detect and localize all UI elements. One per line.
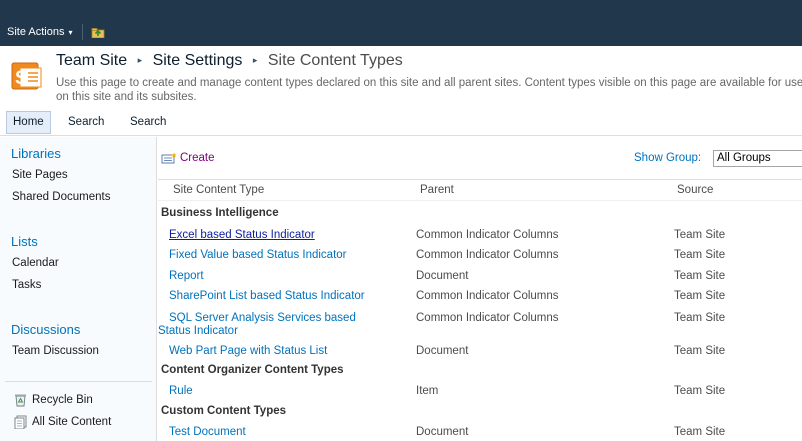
content-type-link[interactable]: Excel based Status Indicator <box>169 229 315 242</box>
page-description: Use this page to create and manage conte… <box>56 77 802 103</box>
nav-item-shared-documents[interactable]: Shared Documents <box>12 191 110 203</box>
source-cell: Team Site <box>674 385 726 397</box>
breadcrumb-site-settings[interactable]: Site Settings <box>153 52 243 69</box>
source-cell: Team Site <box>674 229 726 241</box>
site-actions-label: Site Actions <box>7 26 65 38</box>
table-header: Site Content Type Parent Source <box>158 179 802 201</box>
breadcrumb-arrow-icon: ▸ <box>137 55 143 65</box>
group-heading: Custom Content Types <box>161 405 287 417</box>
source-cell: Team Site <box>674 249 726 261</box>
nav-heading-discussions[interactable]: Discussions <box>11 322 80 337</box>
nav-heading-libraries[interactable]: Libraries <box>11 146 61 161</box>
parent-cell: Document <box>416 345 469 357</box>
parent-cell: Document <box>416 426 469 438</box>
content-type-link[interactable]: SQL Server Analysis Services based <box>169 312 356 325</box>
topnav-home[interactable]: Home <box>6 111 51 134</box>
column-header-parent[interactable]: Parent <box>420 184 454 196</box>
column-header-content-type[interactable]: Site Content Type <box>173 184 264 196</box>
page-title: Site Content Types <box>267 52 403 69</box>
parent-cell: Item <box>416 385 439 397</box>
source-cell: Team Site <box>674 345 726 357</box>
content-type-link[interactable]: Web Part Page with Status List <box>169 345 327 358</box>
breadcrumb-team-site[interactable]: Team Site <box>56 52 127 69</box>
topnav-search-2[interactable]: Search <box>130 109 166 136</box>
column-header-source[interactable]: Source <box>677 184 713 196</box>
parent-cell: Common Indicator Columns <box>416 229 559 241</box>
source-cell: Team Site <box>674 270 726 282</box>
main-content: Create Show Group: All Groups Site Conte… <box>158 137 802 441</box>
create-label: Create <box>180 152 215 164</box>
title-area: S Team Site ▸ Site Settings ▸ Site Conte… <box>0 46 802 109</box>
source-cell: Team Site <box>674 312 726 324</box>
content-type-link[interactable]: Fixed Value based Status Indicator <box>169 249 347 262</box>
nav-item-site-pages[interactable]: Site Pages <box>12 169 68 181</box>
parent-cell: Document <box>416 270 469 282</box>
group-filter-select[interactable]: All Groups <box>713 150 802 167</box>
all-site-content-icon <box>14 415 27 429</box>
nav-item-calendar[interactable]: Calendar <box>12 257 59 269</box>
source-cell: Team Site <box>674 290 726 302</box>
nav-heading-lists[interactable]: Lists <box>11 234 38 249</box>
content-type-link[interactable]: Test Document <box>169 426 246 439</box>
content-type-link[interactable]: SharePoint List based Status Indicator <box>169 290 365 303</box>
group-heading: Business Intelligence <box>161 207 279 219</box>
breadcrumb-arrow-icon: ▸ <box>252 55 258 65</box>
toolbar-divider <box>82 24 83 40</box>
breadcrumb: Team Site ▸ Site Settings ▸ Site Content… <box>56 52 403 70</box>
navigate-up-icon[interactable] <box>91 26 105 38</box>
svg-text:S: S <box>15 68 28 89</box>
nav-item-recycle-bin[interactable]: Recycle Bin <box>32 394 93 406</box>
source-cell: Team Site <box>674 426 726 438</box>
parent-cell: Common Indicator Columns <box>416 249 559 261</box>
nav-item-tasks[interactable]: Tasks <box>12 279 41 291</box>
content-type-link[interactable]: Report <box>169 270 204 283</box>
nav-item-team-discussion[interactable]: Team Discussion <box>12 345 99 357</box>
show-group-label: Show Group: <box>634 152 702 164</box>
quick-launch: Libraries Site Pages Shared Documents Li… <box>0 137 157 441</box>
create-icon <box>161 152 177 164</box>
nav-divider <box>5 381 152 382</box>
top-navigation: Home Search Search <box>0 109 802 136</box>
parent-cell: Common Indicator Columns <box>416 290 559 302</box>
topnav-search[interactable]: Search <box>68 109 104 136</box>
parent-cell: Common Indicator Columns <box>416 312 559 324</box>
sharepoint-logo-icon: S <box>11 62 42 90</box>
nav-item-all-site-content[interactable]: All Site Content <box>32 416 111 428</box>
recycle-bin-icon <box>15 394 26 407</box>
create-button[interactable]: Create <box>161 152 215 164</box>
group-heading: Content Organizer Content Types <box>161 364 344 376</box>
content-type-link[interactable]: Rule <box>169 385 193 398</box>
content-type-link-continued[interactable]: Status Indicator <box>158 325 238 338</box>
site-actions-menu[interactable]: Site Actions ▾ <box>7 24 73 40</box>
caret-down-icon: ▾ <box>68 27 73 37</box>
ribbon-bar: Site Actions ▾ <box>0 0 802 46</box>
